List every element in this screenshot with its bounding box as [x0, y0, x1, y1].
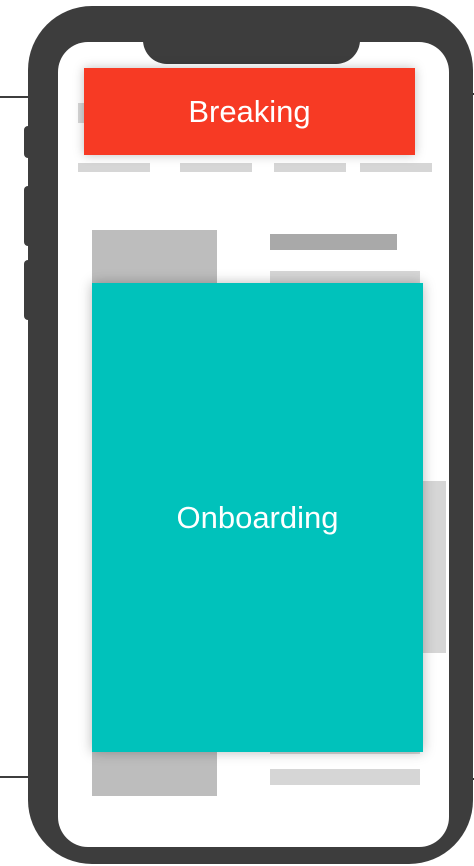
placeholder-tab-3	[274, 163, 346, 172]
placeholder-tab-2	[180, 163, 252, 172]
placeholder-text-line-3	[270, 769, 420, 785]
breaking-news-label: Breaking	[188, 93, 311, 129]
onboarding-card[interactable]: Onboarding	[92, 283, 423, 752]
placeholder-tab-1	[78, 163, 150, 172]
breaking-news-banner[interactable]: Breaking	[84, 68, 415, 155]
placeholder-thumbnail-top	[92, 230, 217, 290]
placeholder-tab-4	[360, 163, 432, 172]
phone-notch	[143, 6, 360, 64]
onboarding-label: Onboarding	[176, 499, 339, 535]
placeholder-side-panel	[420, 481, 446, 653]
placeholder-title-line	[270, 234, 397, 250]
placeholder-thumbnail-bottom	[92, 748, 217, 796]
